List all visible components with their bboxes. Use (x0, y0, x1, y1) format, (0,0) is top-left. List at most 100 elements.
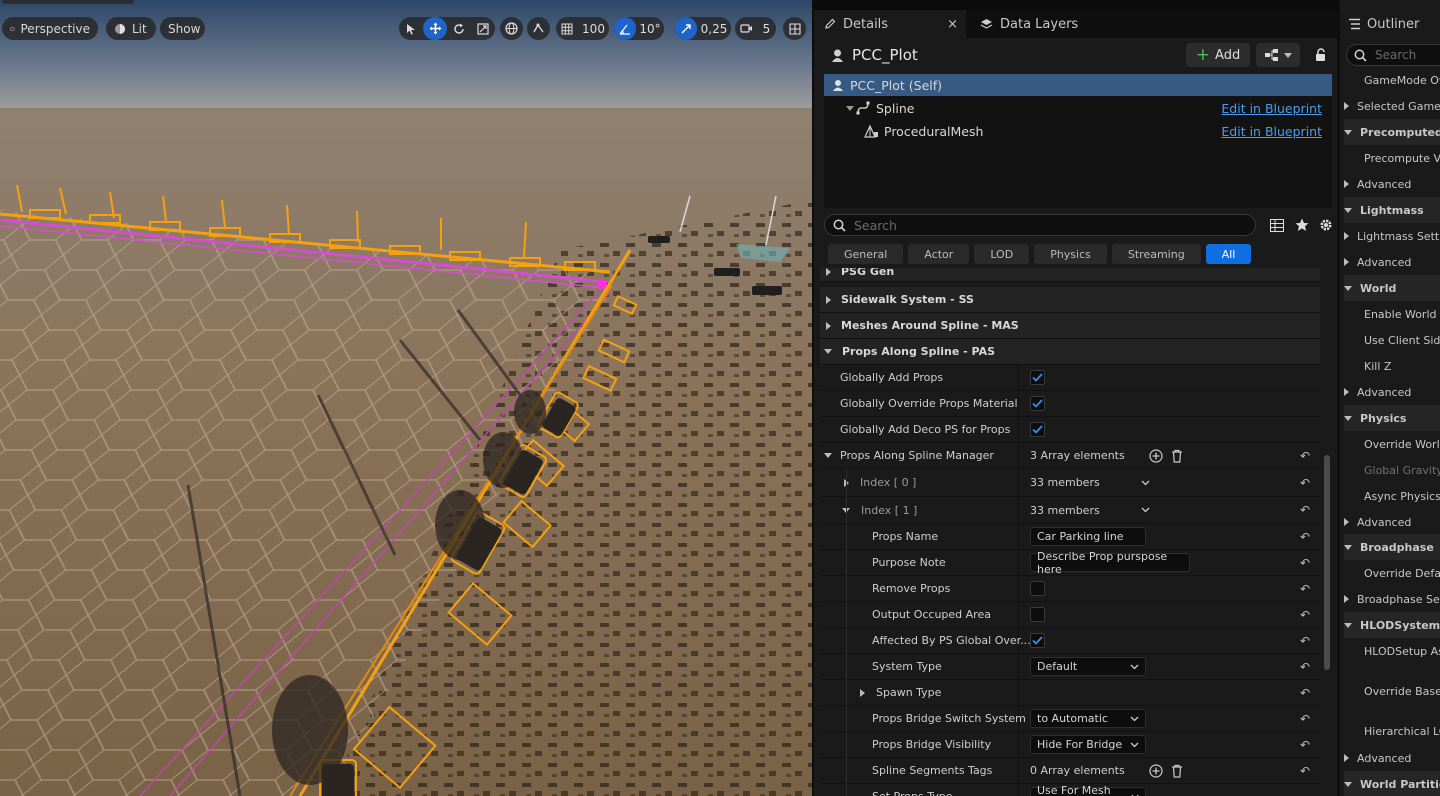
reset-to-default-icon[interactable]: ↶ (1300, 764, 1310, 778)
outliner-row[interactable]: Precompute Visi (1344, 145, 1440, 171)
outliner-row[interactable]: Advanced (1344, 249, 1440, 275)
filter-lod[interactable]: LOD (974, 244, 1030, 264)
reset-to-default-icon[interactable]: ↶ (1300, 738, 1310, 752)
outliner-row[interactable]: Override World G (1344, 431, 1440, 457)
component-row-procedural-mesh[interactable]: ProceduralMesh Edit in Blueprint (824, 120, 1332, 142)
props-name-input[interactable]: Car Parking line (1030, 527, 1146, 546)
reset-to-default-icon[interactable]: ↶ (1300, 634, 1310, 648)
remove-props-checkbox[interactable] (1030, 581, 1045, 596)
outliner-category[interactable]: Precomputed Vi (1344, 119, 1440, 145)
outliner-row[interactable]: Advanced (1344, 171, 1440, 197)
world-local-toggle[interactable] (500, 17, 523, 40)
outliner-category[interactable]: Broadphase (1344, 534, 1440, 560)
outliner-category[interactable]: HLODSystem (1344, 612, 1440, 638)
select-mode-button[interactable] (399, 17, 423, 40)
outliner-row[interactable]: Use Client Side (1344, 327, 1440, 353)
outliner-row[interactable]: Hierarchical LOD (1344, 718, 1440, 744)
scale-mode-button[interactable] (471, 17, 495, 40)
tab-data-layers[interactable]: Data Layers (970, 10, 1110, 38)
trash-icon[interactable] (1171, 449, 1183, 463)
collapse-arrow-icon[interactable] (846, 105, 854, 111)
category-props-along-spline[interactable]: Props Along Spline - PAS (820, 339, 1320, 365)
collapse-arrow-icon[interactable] (824, 453, 832, 458)
system-type-dropdown[interactable]: Default (1030, 657, 1146, 676)
viewport-layout-button[interactable] (783, 17, 806, 40)
add-element-icon[interactable] (1149, 763, 1163, 778)
affected-by-ps-global-checkbox[interactable] (1030, 633, 1045, 648)
grid-snap-toggle[interactable] (556, 17, 578, 40)
outliner-row[interactable]: GameMode Ove (1344, 67, 1440, 93)
blueprint-options-button[interactable] (1256, 43, 1300, 67)
reset-to-default-icon[interactable]: ↶ (1300, 503, 1310, 517)
category-sidewalk-system[interactable]: Sidewalk System - SS (820, 287, 1320, 313)
outliner-category[interactable]: Lightmass (1344, 197, 1440, 223)
outliner-category[interactable]: World Partition S (1344, 771, 1440, 796)
globally-add-props-checkbox[interactable] (1030, 370, 1045, 385)
outliner-row[interactable]: Kill Z (1344, 353, 1440, 379)
filter-all[interactable]: All (1205, 244, 1252, 264)
table-view-icon[interactable] (1270, 219, 1284, 232)
outliner-search-input[interactable]: Search (1346, 44, 1440, 66)
scale-snap-toggle[interactable] (675, 17, 697, 40)
category-psg-gen[interactable]: PSG Gen (820, 268, 1320, 282)
outliner-row[interactable]: Selected GameM (1344, 93, 1440, 119)
index-1-members-dropdown[interactable]: 33 members (1030, 497, 1150, 523)
rotation-snap-toggle[interactable] (614, 17, 636, 40)
outliner-row[interactable]: Enable World Co (1344, 301, 1440, 327)
close-details-tab-icon[interactable]: × (947, 17, 958, 32)
perspective-button[interactable]: Perspective (2, 17, 98, 40)
scale-snap-group[interactable]: 0,25 (675, 17, 731, 40)
index-0-members-dropdown[interactable]: 33 members (1030, 470, 1150, 496)
trash-icon[interactable] (1171, 764, 1183, 778)
globally-override-material-checkbox[interactable] (1030, 396, 1045, 411)
purpose-note-input[interactable]: Describe Prop purspose here (1030, 550, 1190, 576)
reset-to-default-icon[interactable]: ↶ (1300, 608, 1310, 622)
edit-in-blueprint-link[interactable]: Edit in Blueprint (1221, 124, 1322, 139)
outliner-category[interactable]: World (1344, 275, 1440, 301)
level-viewport[interactable]: Perspective Lit Show 100 10° 0,25 5 (0, 0, 812, 796)
reset-to-default-icon[interactable]: ↶ (1300, 556, 1310, 570)
lock-icon[interactable] (1314, 48, 1327, 62)
reset-to-default-icon[interactable]: ↶ (1300, 712, 1310, 726)
reset-to-default-icon[interactable]: ↶ (1300, 449, 1310, 463)
outliner-row[interactable]: Advanced (1344, 745, 1440, 771)
reset-to-default-icon[interactable]: ↶ (1300, 530, 1310, 544)
rotation-snap-value[interactable]: 10° (636, 17, 664, 40)
reset-to-default-icon[interactable]: ↶ (1300, 660, 1310, 674)
category-meshes-around-spline[interactable]: Meshes Around Spline - MAS (820, 313, 1320, 339)
show-button[interactable]: Show (160, 17, 205, 40)
outliner-row[interactable]: HLODSetup Ass (1344, 638, 1440, 664)
camera-speed-toggle[interactable] (735, 17, 757, 40)
add-component-button[interactable]: + Add (1186, 43, 1250, 67)
component-row-spline[interactable]: Spline Edit in Blueprint (824, 97, 1332, 119)
outliner-category[interactable]: Physics (1344, 405, 1440, 431)
outliner-row[interactable]: Advanced (1344, 379, 1440, 405)
rotate-mode-button[interactable] (447, 17, 471, 40)
details-scrollbar[interactable] (1324, 455, 1330, 670)
set-props-type-dropdown[interactable]: Use For Mesh Only (1030, 784, 1146, 796)
filter-general[interactable]: General (828, 244, 904, 264)
filter-actor[interactable]: Actor (908, 244, 970, 264)
reset-to-default-icon[interactable]: ↶ (1300, 686, 1310, 700)
scale-snap-value[interactable]: 0,25 (697, 17, 731, 40)
details-search-input[interactable]: Search (824, 214, 1256, 236)
gear-icon[interactable] (1319, 218, 1333, 232)
outliner-row[interactable]: Advanced (1344, 509, 1440, 535)
outliner-row[interactable]: Global Gravity Z (1344, 457, 1440, 483)
outliner-row[interactable]: Async Physics T (1344, 483, 1440, 509)
expand-arrow-icon[interactable] (860, 688, 865, 697)
component-row-self[interactable]: PCC_Plot (Self) (824, 74, 1332, 96)
tab-details[interactable]: Details × (814, 10, 966, 38)
surface-snap-toggle[interactable] (527, 17, 550, 40)
outliner-row[interactable]: Lightmass Setti (1344, 223, 1440, 249)
translate-mode-button[interactable] (423, 17, 447, 40)
outliner-row[interactable]: Override Default (1344, 560, 1440, 586)
outliner-row[interactable]: Override Base M (1344, 678, 1440, 704)
outliner-tab[interactable]: Outliner (1340, 10, 1440, 38)
grid-snap-value[interactable]: 100 (578, 17, 609, 40)
star-icon[interactable] (1295, 218, 1309, 232)
bridge-visibility-dropdown[interactable]: Hide For Bridge (1030, 735, 1146, 754)
output-occuped-area-checkbox[interactable] (1030, 607, 1045, 622)
globally-add-deco-checkbox[interactable] (1030, 422, 1045, 437)
grid-snap-group[interactable]: 100 (556, 17, 609, 40)
